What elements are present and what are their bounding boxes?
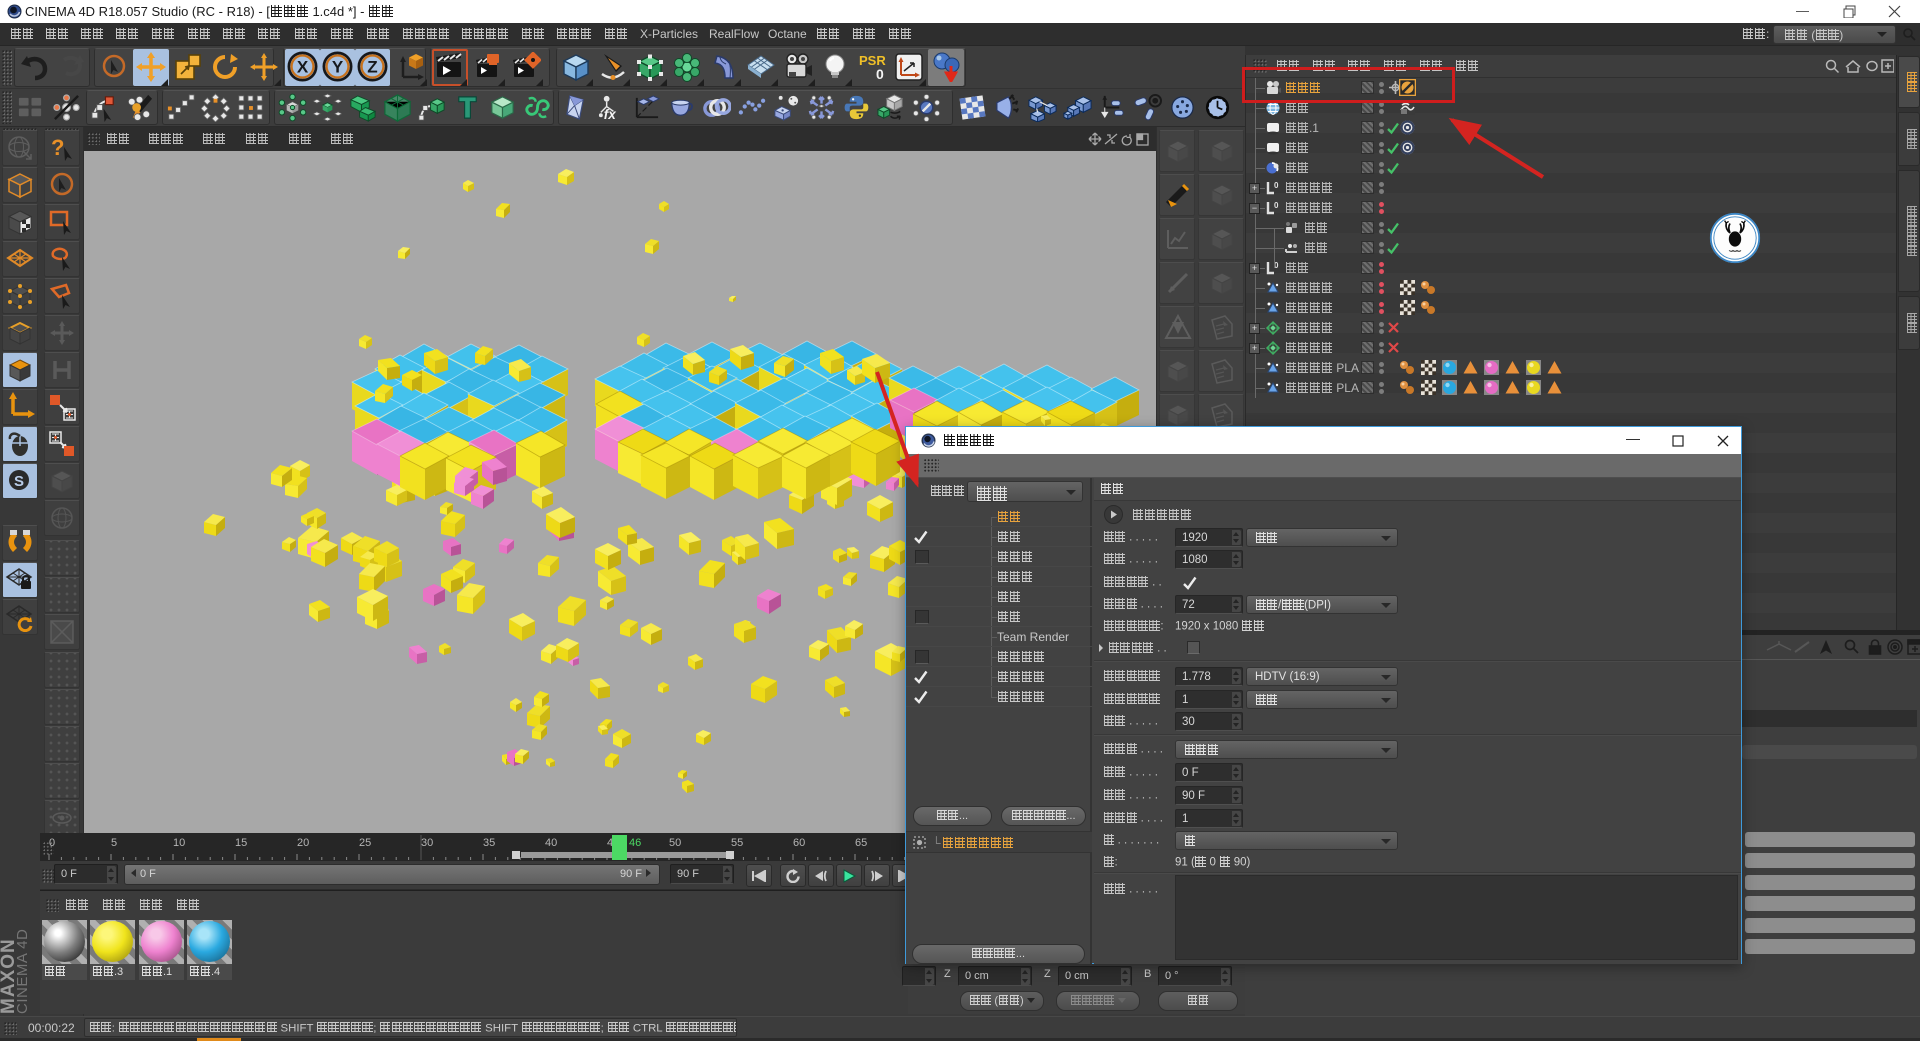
svg-text:0: 0 [49,837,55,849]
svg-text:40: 40 [545,837,557,849]
svg-text:5: 5 [111,837,117,849]
svg-text:55: 55 [731,837,743,849]
svg-text:60: 60 [793,837,805,849]
svg-text:0: 0 [1274,181,1279,190]
svg-text:S: S [14,473,24,490]
svg-text:65: 65 [855,837,867,849]
svg-text:25: 25 [359,837,371,849]
svg-text:X: X [297,57,309,76]
svg-text:50: 50 [669,837,681,849]
svg-text:Y: Y [332,57,344,76]
svg-text:15: 15 [235,837,247,849]
svg-text:0: 0 [1274,201,1279,210]
svg-text:35: 35 [483,837,495,849]
svg-text:?: ? [51,135,64,160]
svg-text:20: 20 [297,837,309,849]
svg-text:10: 10 [173,837,185,849]
svg-text:30: 30 [421,837,433,849]
svg-text:fx: fx [604,107,617,122]
svg-text:46: 46 [629,837,641,849]
svg-text:Z: Z [367,57,377,76]
svg-text:0: 0 [876,66,884,82]
